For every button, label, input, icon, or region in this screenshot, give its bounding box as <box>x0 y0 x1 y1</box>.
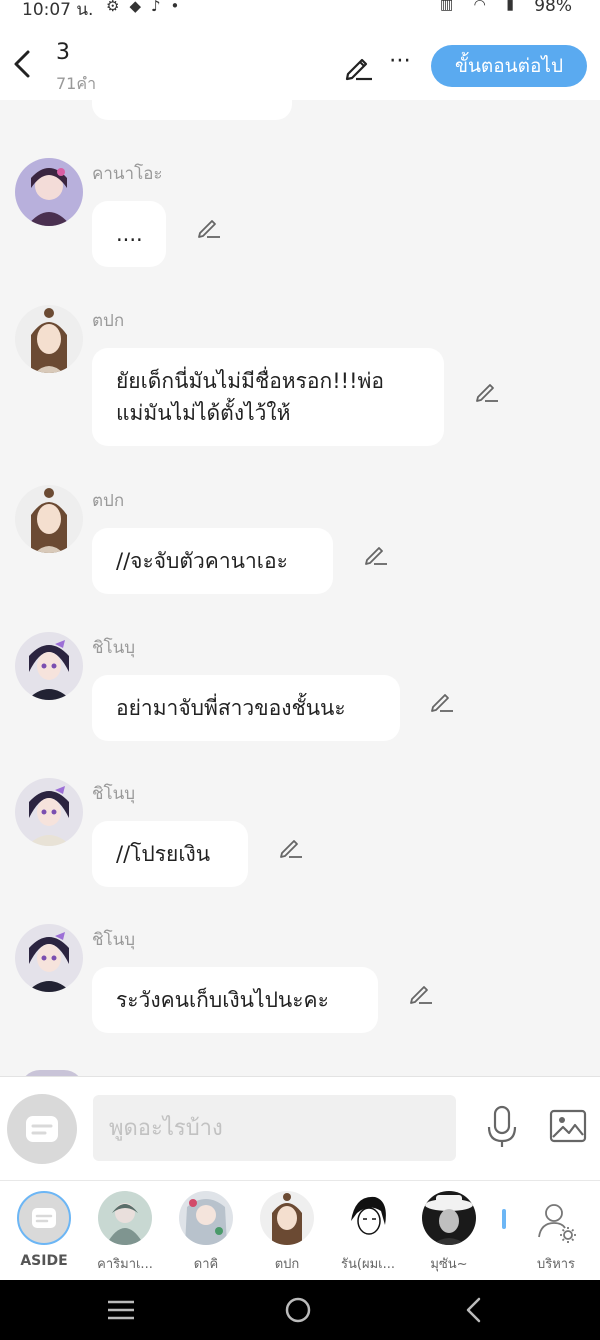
edit-message-pencil-icon[interactable] <box>196 213 222 239</box>
sender-name: ชิโนบุ <box>92 930 136 950</box>
cast-item-tpk[interactable]: ตปก <box>243 1191 331 1280</box>
shinobu-avatar[interactable] <box>15 632 83 700</box>
cast-item-daki[interactable]: ดาคิ <box>162 1191 250 1280</box>
edit-message-pencil-icon[interactable] <box>278 833 304 859</box>
shinobu-avatar[interactable] <box>15 778 83 846</box>
edit-message-pencil-icon[interactable] <box>408 979 434 1005</box>
status-bar: 10:07 น. ⚙◆♪• ▥ ◠ ▮ 98% <box>0 0 600 22</box>
muzan-avatar <box>422 1191 476 1245</box>
message-text-line: ยัยเด็กนี่มันไม่มีชื่อหรอก!!!พ่อ <box>116 369 384 393</box>
message-input[interactable] <box>93 1095 456 1161</box>
message-text: .... <box>116 222 143 246</box>
aside-avatar <box>17 1191 71 1245</box>
sender-name: ตปก <box>92 491 125 511</box>
ran-avatar <box>341 1191 395 1245</box>
back-arrow-icon[interactable] <box>8 44 38 84</box>
message-text: //จะจับตัวคานาเอะ <box>116 549 288 573</box>
recent-apps-icon[interactable] <box>100 1294 140 1326</box>
cast-item-ran[interactable]: รัน(ผมเ... <box>324 1191 412 1280</box>
status-time: 10:07 น. <box>22 0 94 20</box>
daki-avatar <box>179 1191 233 1245</box>
sender-name: ชิโนบุ <box>92 784 136 804</box>
status-notification-icons: ⚙◆♪• <box>106 0 190 15</box>
message-text: อย่ามาจับพี่สาวของชั้นนะ <box>116 696 346 720</box>
cast-label: ASIDE <box>20 1253 68 1269</box>
cast-label: คาริมาเ... <box>97 1257 153 1272</box>
manage-cast-button[interactable]: บริหาร <box>512 1191 600 1280</box>
sender-name: คานาโอะ <box>92 164 163 184</box>
partial-cast-avatar <box>502 1209 506 1229</box>
cast-label: ดาคิ <box>193 1257 219 1272</box>
cast-label: บริหาร <box>536 1257 576 1272</box>
partial-message-bubble <box>92 100 292 120</box>
karima-avatar <box>98 1191 152 1245</box>
edit-message-pencil-icon[interactable] <box>474 377 500 403</box>
battery-level: 98% <box>534 0 572 16</box>
message-bubble[interactable]: //โปรยเงิน <box>92 821 248 887</box>
next-step-button[interactable]: ขั้นตอนต่อไป <box>431 45 587 87</box>
sender-name: ตปก <box>92 311 125 331</box>
cast-label: ตปก <box>274 1257 300 1272</box>
cast-label: รัน(ผมเ... <box>341 1257 395 1272</box>
microphone-icon[interactable] <box>484 1105 520 1149</box>
message-bubble[interactable]: ระวังคนเก็บเงินไปนะคะ <box>92 967 378 1033</box>
chat-bubble-icon <box>26 1116 58 1142</box>
tpk-avatar[interactable] <box>15 305 83 373</box>
aside-toggle-button[interactable] <box>7 1094 77 1164</box>
image-icon[interactable] <box>549 1109 587 1143</box>
home-icon[interactable] <box>278 1294 318 1326</box>
tpk-avatar[interactable] <box>15 485 83 553</box>
message-text: ระวังคนเก็บเงินไปนะคะ <box>116 988 329 1012</box>
edit-message-pencil-icon[interactable] <box>363 540 389 566</box>
word-count: 71คำ <box>56 74 97 93</box>
status-signal-icons: ▥ ◠ ▮ <box>439 0 522 13</box>
message-bubble[interactable]: //จะจับตัวคานาเอะ <box>92 528 333 594</box>
message-bubble[interactable]: .... <box>92 201 166 267</box>
back-icon[interactable] <box>455 1294 495 1326</box>
message-text: //โปรยเงิน <box>116 842 211 866</box>
cast-item-karima[interactable]: คาริมาเ... <box>81 1191 169 1280</box>
manage-user-gear-icon <box>538 1204 576 1243</box>
input-bar <box>0 1076 600 1180</box>
message-bubble[interactable]: อย่ามาจับพี่สาวของชั้นนะ <box>92 675 400 741</box>
sender-name: ชิโนบุ <box>92 638 136 658</box>
character-cast-bar: ASIDE คาริมาเ... ดาคิ ตปก รัน(ผมเ... มุซ… <box>0 1180 600 1280</box>
system-navigation-bar <box>0 1280 600 1340</box>
edit-pencil-icon[interactable] <box>342 50 374 82</box>
kanao-avatar[interactable] <box>15 158 83 226</box>
tpk-avatar <box>260 1191 314 1245</box>
message-text-line: แม่มันไม่ได้ตั้งไว้ให้ <box>116 401 291 425</box>
chapter-title: 3 <box>56 40 70 65</box>
cast-item-partial[interactable] <box>478 1191 506 1280</box>
chat-area[interactable]: คานาโอะ .... ตปก ยัยเด็กนี่มันไม่มีชื่อห… <box>0 100 600 1076</box>
message-bubble[interactable]: ยัยเด็กนี่มันไม่มีชื่อหรอก!!!พ่อ แม่มันไ… <box>92 348 444 446</box>
header: 3 71คำ ⋯ ขั้นตอนต่อไป <box>0 22 600 100</box>
shinobu-avatar[interactable] <box>15 924 83 992</box>
edit-message-pencil-icon[interactable] <box>429 687 455 713</box>
more-options-icon[interactable]: ⋯ <box>386 48 414 76</box>
cast-item-aside[interactable]: ASIDE <box>0 1191 88 1280</box>
